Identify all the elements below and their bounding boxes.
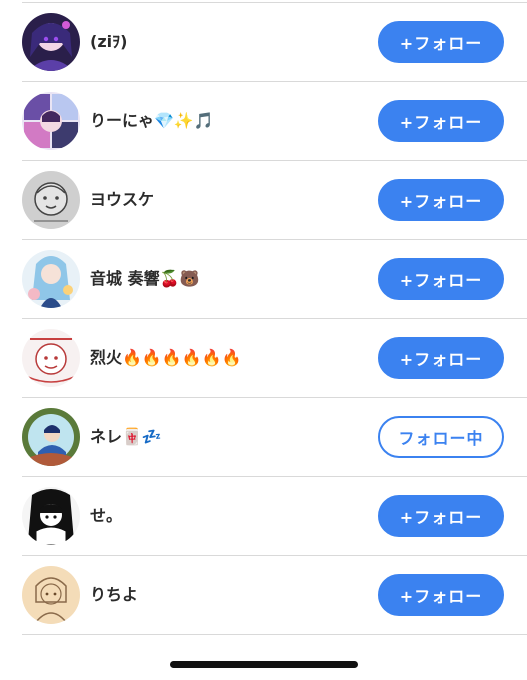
user-name[interactable]: りちよ xyxy=(90,585,138,605)
user-name[interactable]: ヨウスケ xyxy=(90,190,154,210)
user-name[interactable]: 音城 奏響🍒🐻 xyxy=(90,269,199,289)
follow-button[interactable]: +フォロー xyxy=(378,100,504,142)
user-name[interactable]: りーにゃ💎✨🎵 xyxy=(90,111,214,131)
home-indicator[interactable] xyxy=(170,661,358,668)
follow-button[interactable]: +フォロー xyxy=(378,495,504,537)
follow-button[interactable]: +フォロー xyxy=(378,258,504,300)
list-item[interactable]: 音城 奏響🍒🐻 +フォロー xyxy=(22,240,527,319)
avatar[interactable] xyxy=(22,329,80,387)
avatar[interactable] xyxy=(22,13,80,71)
list-item[interactable]: せ。 +フォロー xyxy=(22,477,527,556)
list-item[interactable]: りちよ +フォロー xyxy=(22,556,527,635)
list-item[interactable]: ヨウスケ +フォロー xyxy=(22,161,527,240)
follow-list-screen: (ziｦ) +フォロー りーにゃ💎✨🎵 +フォロー ヨウスケ +フォロー 音城 … xyxy=(0,0,527,680)
user-name[interactable]: ネレ🀄💤 xyxy=(90,427,162,447)
follow-button[interactable]: +フォロー xyxy=(378,179,504,221)
list-item[interactable]: りーにゃ💎✨🎵 +フォロー xyxy=(22,82,527,161)
follow-button[interactable]: +フォロー xyxy=(378,337,504,379)
user-list: (ziｦ) +フォロー りーにゃ💎✨🎵 +フォロー ヨウスケ +フォロー 音城 … xyxy=(0,3,527,635)
list-item[interactable]: (ziｦ) +フォロー xyxy=(22,3,527,82)
avatar[interactable] xyxy=(22,408,80,466)
follow-button[interactable]: +フォロー xyxy=(378,21,504,63)
avatar[interactable] xyxy=(22,250,80,308)
follow-button[interactable]: +フォロー xyxy=(378,574,504,616)
user-name[interactable]: 烈火🔥🔥🔥🔥🔥🔥 xyxy=(90,348,242,368)
following-button[interactable]: フォロー中 xyxy=(378,416,504,458)
list-item[interactable]: ネレ🀄💤 フォロー中 xyxy=(22,398,527,477)
avatar[interactable] xyxy=(22,487,80,545)
avatar[interactable] xyxy=(22,566,80,624)
avatar[interactable] xyxy=(22,171,80,229)
user-name[interactable]: (ziｦ) xyxy=(90,32,127,52)
user-name[interactable]: せ。 xyxy=(90,506,122,526)
list-item[interactable]: 烈火🔥🔥🔥🔥🔥🔥 +フォロー xyxy=(22,319,527,398)
avatar[interactable] xyxy=(22,92,80,150)
